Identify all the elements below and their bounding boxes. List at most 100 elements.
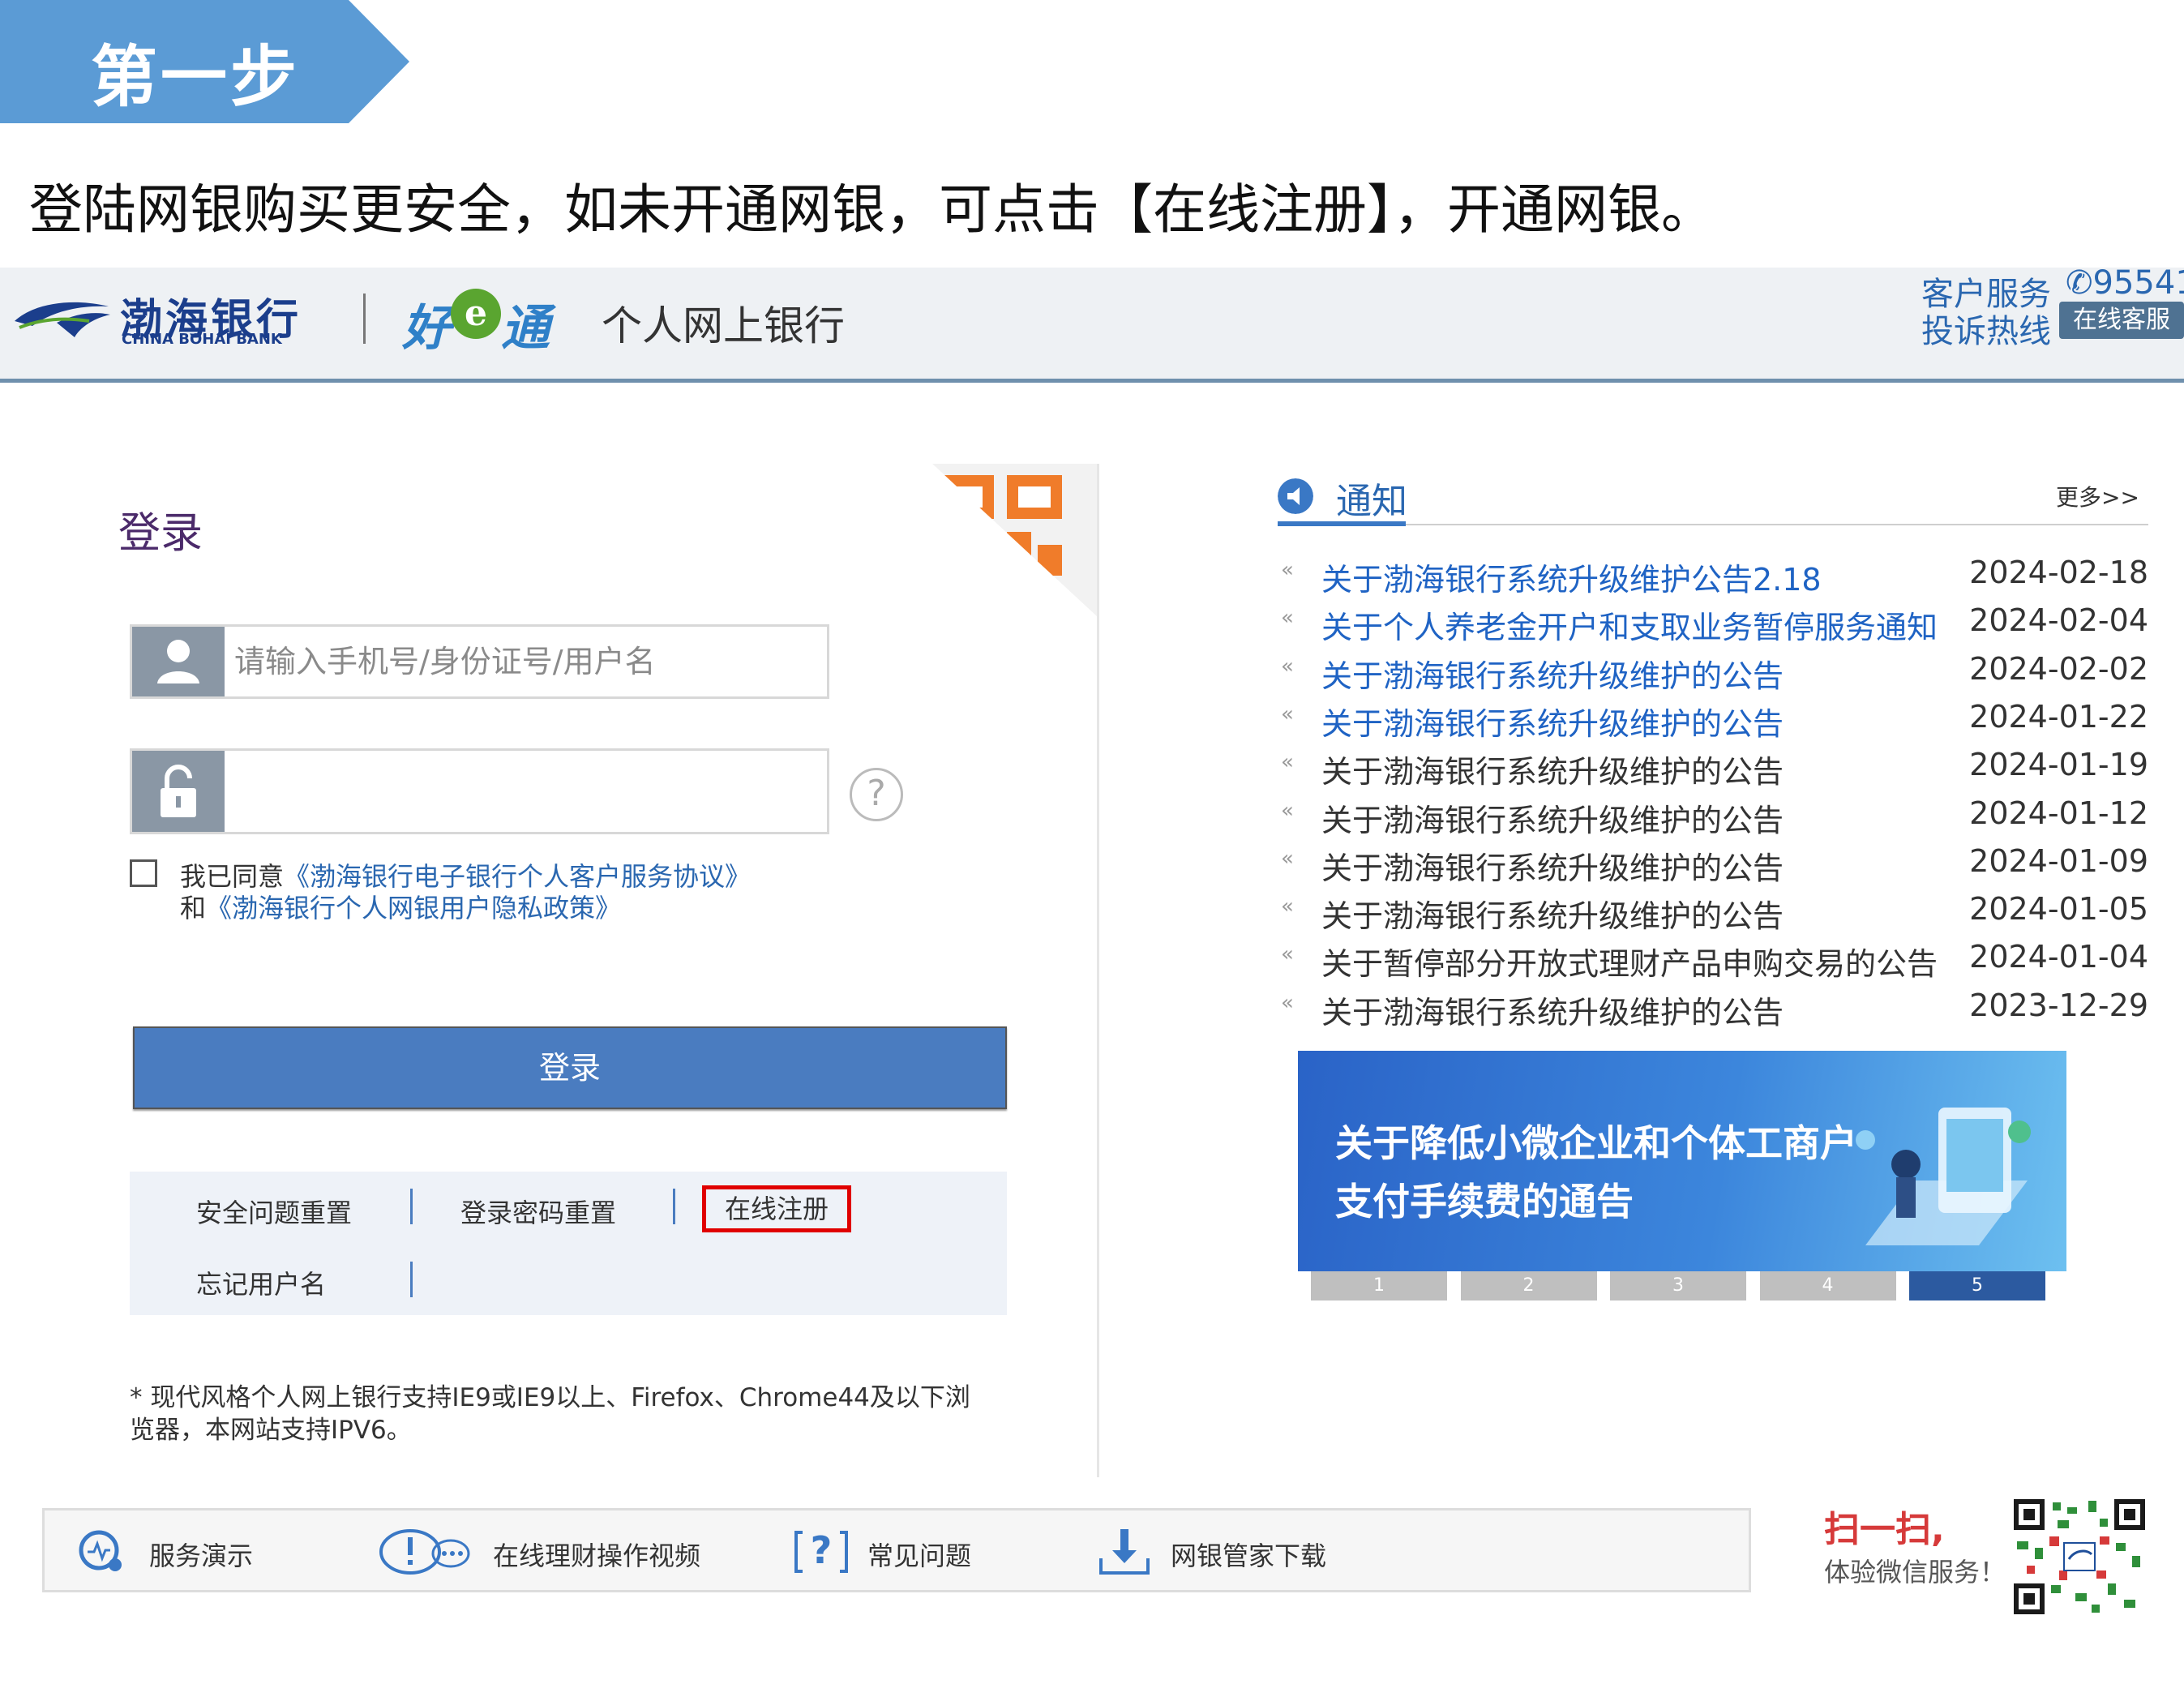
service-demo-icon [79,1530,122,1571]
bank-logo-icon [15,302,110,337]
phone-illustration-icon [1856,1108,2031,1245]
notice-item-title[interactable]: 关于渤海银行系统升级维护的公告 [1321,843,1784,888]
online-service-button[interactable]: 在线客服 [2059,302,2184,339]
notice-item-date: 2024-01-05 [1969,891,2148,928]
notice-item-date: 2024-02-18 [1969,555,2148,590]
svg-text:?: ? [811,1528,833,1572]
notice-item-title[interactable]: 关于暂停部分开放式理财产品申购交易的公告 [1321,939,1938,983]
notice-item-date: 2023-12-29 [1969,987,2148,1023]
login-button[interactable]: 登录 [133,1026,1007,1109]
notice-item-date: 2024-01-22 [1969,698,2148,735]
notice-item[interactable]: « 关于渤海银行系统升级维护的公告 2024-02-02 [1278,651,2148,698]
link-divider [673,1189,675,1224]
video-icon [379,1529,470,1575]
notice-item[interactable]: « 关于渤海银行系统升级维护的公告 2023-12-29 [1278,988,2148,1035]
service-demo-link[interactable]: 服务演示 [149,1536,253,1573]
password-field[interactable] [130,748,829,834]
complaint-hotline-label: 投诉热线 [1921,313,2051,350]
panel-divider [1097,464,1099,1477]
notice-item-title[interactable]: 关于渤海银行系统升级维护的公告 [1321,747,1784,791]
site-title: 个人网上银行 [602,302,845,349]
notice-item-title[interactable]: 关于渤海银行系统升级维护的公告 [1321,795,1784,840]
user-icon [132,627,225,696]
notice-item-title[interactable]: 关于渤海银行系统升级维护的公告 [1321,988,1784,1032]
privacy-link[interactable]: 《渤海银行个人网银用户隐私政策》 [206,893,621,923]
notice-item[interactable]: « 关于渤海银行系统升级维护的公告 2024-01-19 [1278,747,2148,794]
notice-item-date: 2024-01-09 [1969,842,2148,879]
notice-underline-accent [1278,521,1406,526]
double-arrow-icon: « [1281,558,1294,582]
agreement-checkbox[interactable] [130,859,157,887]
notice-item[interactable]: « 关于暂停部分开放式理财产品申购交易的公告 2024-01-04 [1278,939,2148,986]
wechat-qr-code [2011,1496,2148,1618]
notice-item-date: 2024-01-19 [1969,747,2148,783]
notice-item-date: 2024-02-04 [1969,602,2148,639]
notice-item-title[interactable]: 关于渤海银行系统升级维护公告2.18 [1321,555,1822,599]
banner-line-1: 关于降低小微企业和个体工商户 [1335,1121,1857,1165]
notice-item-date: 2024-01-04 [1969,939,2148,975]
phone-icon: ✆ [2066,264,2093,302]
notice-item[interactable]: « 关于渤海银行系统升级维护公告2.18 2024-02-18 [1278,555,2148,602]
banner-page-5[interactable]: 5 [1909,1271,2045,1300]
privacy-text: 和《渤海银行个人网银用户隐私政策》 [180,893,622,923]
username-input[interactable] [234,627,818,696]
double-arrow-icon: « [1281,846,1294,871]
notice-item[interactable]: « 关于渤海银行系统升级维护的公告 2024-01-12 [1278,795,2148,842]
double-arrow-icon: « [1281,942,1294,967]
scan-subtitle: 体验微信服务！ [1824,1557,2006,1588]
security-question-reset-link[interactable]: 安全问题重置 [196,1193,352,1230]
notice-item-title[interactable]: 关于个人养老金开户和支取业务暂停服务通知 [1321,602,1938,647]
notice-more-link[interactable]: 更多>> [2056,480,2139,512]
banner-page-1[interactable]: 1 [1311,1271,1447,1300]
link-divider [410,1262,413,1297]
username-field[interactable] [130,624,829,699]
notice-item[interactable]: « 关于渤海银行系统升级维护的公告 2024-01-09 [1278,843,2148,890]
header-divider [363,294,366,344]
step-label: 第一步 [91,39,301,116]
forgot-username-link[interactable]: 忘记用户名 [196,1264,326,1301]
service-phone: ✆95541 [2066,264,2184,302]
speaker-icon [1278,478,1313,514]
bank-name-en: CHINA BOHAI BANK [122,331,282,348]
site-header [0,268,2184,383]
double-arrow-icon: « [1281,798,1294,823]
double-arrow-icon: « [1281,990,1294,1015]
faq-link[interactable]: 常见问题 [867,1536,971,1573]
download-link[interactable]: 网银管家下载 [1171,1536,1326,1573]
browser-note-2: 览器，本网站支持IPV6。 [130,1416,412,1445]
password-help-icon[interactable]: ? [850,768,903,821]
online-register-link[interactable]: 在线注册 [702,1185,851,1232]
brand-logo: 好e通 [402,289,550,359]
double-arrow-icon: « [1281,701,1294,726]
scan-title: 扫一扫, [1824,1509,1945,1550]
banner-page-4[interactable]: 4 [1759,1271,1896,1300]
double-arrow-icon: « [1281,894,1294,919]
browser-note: * 现代风格个人网上银行支持IE9或IE9以上、Firefox、Chrome44… [130,1383,970,1412]
double-arrow-icon: « [1281,653,1294,679]
lock-icon [132,751,225,832]
double-arrow-icon: « [1281,606,1294,631]
password-reset-link[interactable]: 登录密码重置 [460,1193,616,1230]
faq-icon: ? [794,1528,848,1573]
intro-text: 登陆网银购买更安全，如未开通网银，可点击【在线注册】，开通网银。 [29,178,1715,241]
notice-item-date: 2024-02-02 [1969,650,2148,687]
notice-item[interactable]: « 关于个人养老金开户和支取业务暂停服务通知 2024-02-04 [1278,602,2148,649]
notice-underline [1278,524,2148,525]
notice-item-title[interactable]: 关于渤海银行系统升级维护的公告 [1321,651,1784,696]
banner-line-2: 支付手续费的通告 [1335,1180,1634,1223]
video-link[interactable]: 在线理财操作视频 [493,1536,700,1573]
notice-item[interactable]: « 关于渤海银行系统升级维护的公告 2024-01-22 [1278,699,2148,746]
banner-page-3[interactable]: 3 [1610,1271,1746,1300]
double-arrow-icon: « [1281,750,1294,775]
banner-page-2[interactable]: 2 [1460,1271,1597,1300]
password-input[interactable] [234,751,818,821]
qr-login-icon[interactable] [932,464,1098,618]
notice-item-date: 2024-01-12 [1969,795,2148,831]
notice-item-title[interactable]: 关于渤海银行系统升级维护的公告 [1321,699,1784,743]
notice-item[interactable]: « 关于渤海银行系统升级维护的公告 2024-01-05 [1278,891,2148,938]
notice-item-title[interactable]: 关于渤海银行系统升级维护的公告 [1321,891,1784,936]
brand-e-icon: e [451,289,501,339]
promo-banner[interactable]: 关于降低小微企业和个体工商户 支付手续费的通告 [1298,1051,2066,1271]
login-title: 登录 [118,509,203,558]
download-icon [1099,1529,1150,1575]
